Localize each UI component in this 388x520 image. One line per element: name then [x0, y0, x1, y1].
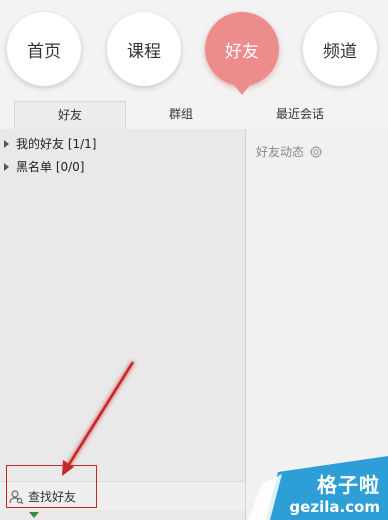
find-friend-button[interactable]: 查找好友 — [8, 488, 76, 505]
watermark-logo: 格子啦 gezila.com — [248, 450, 388, 520]
friend-group-my-friends[interactable]: 我的好友 [1/1] — [0, 133, 97, 155]
search-user-icon — [9, 489, 24, 504]
expand-caret-icon — [4, 163, 9, 171]
tab-friends-label: 好友 — [57, 108, 82, 122]
friend-feed-header: 好友动态 — [256, 143, 323, 160]
nav-friends-label: 好友 — [225, 41, 259, 62]
friend-list-panel: 我的好友 [1/1] 黑名单 [0/0] 查找好友 — [0, 129, 246, 520]
tab-recent-chats[interactable]: 最近会话 — [240, 101, 360, 128]
footer-marker-icon — [29, 512, 39, 518]
nav-home-label: 首页 — [27, 41, 61, 62]
nav-channels-button[interactable]: 频道 — [303, 12, 377, 86]
watermark-text-en: gezila.com — [289, 498, 380, 516]
app-window: 首页 课程 好友 频道 好友 群组 最近会话 我的好友 [1/1] 黑名单 [0… — [0, 0, 388, 520]
nav-home-button[interactable]: 首页 — [7, 12, 81, 86]
friend-feed-title: 好友动态 — [256, 145, 305, 159]
friend-group-label: 黑名单 [0/0] — [16, 160, 85, 174]
expand-caret-icon — [4, 140, 9, 148]
friend-group-label: 我的好友 [1/1] — [16, 137, 97, 151]
watermark-text-cn: 格子啦 — [317, 473, 380, 497]
tab-recent-chats-label: 最近会话 — [275, 107, 324, 121]
tab-bar: 好友 群组 最近会话 — [0, 101, 388, 130]
nav-courses-label: 课程 — [127, 41, 161, 62]
friend-group-blacklist[interactable]: 黑名单 [0/0] — [0, 156, 85, 178]
friend-list-footer: 查找好友 — [0, 481, 245, 518]
find-friend-label: 查找好友 — [28, 490, 77, 504]
tab-groups[interactable]: 群组 — [126, 101, 236, 128]
nav-friends-button[interactable]: 好友 — [205, 12, 279, 95]
nav-channels-label: 频道 — [323, 41, 357, 62]
nav-courses-button[interactable]: 课程 — [107, 12, 181, 86]
tab-friends[interactable]: 好友 — [14, 101, 126, 130]
tab-groups-label: 群组 — [168, 107, 193, 121]
gear-icon[interactable] — [309, 144, 323, 159]
